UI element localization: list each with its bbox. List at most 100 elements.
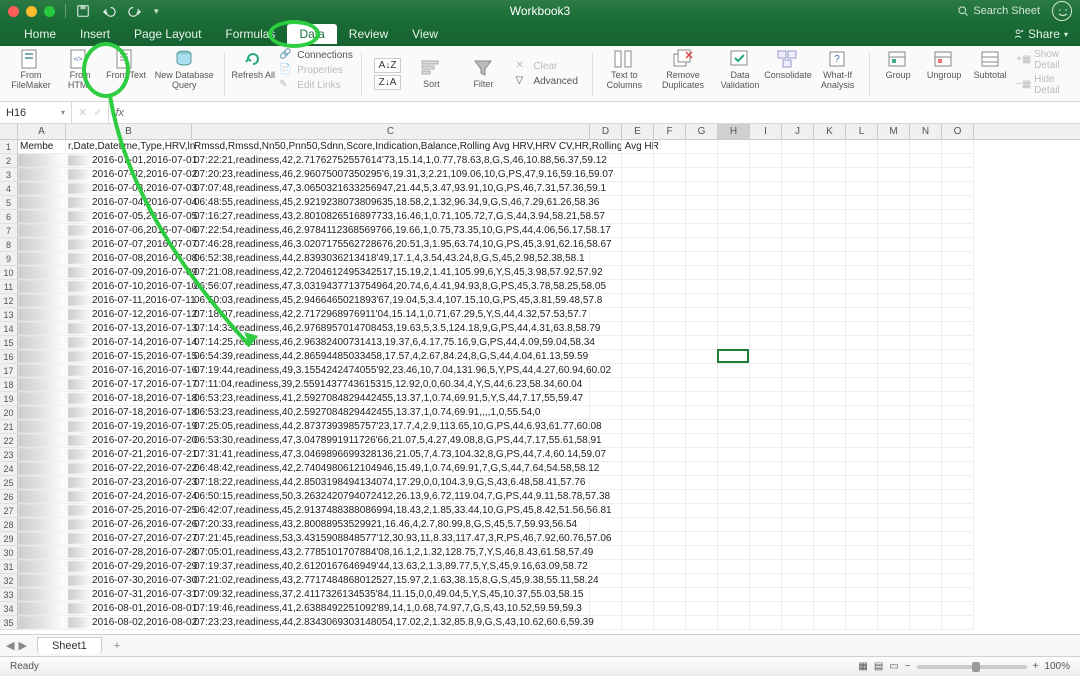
col-header-A[interactable]: A [18, 124, 66, 139]
row-header-35[interactable]: 35 [0, 616, 17, 630]
row-header-34[interactable]: 34 [0, 602, 17, 616]
row-header-8[interactable]: 8 [0, 238, 17, 252]
view-normal-button[interactable]: ▦ [858, 661, 867, 672]
row-header-30[interactable]: 30 [0, 546, 17, 560]
feedback-smile-icon[interactable] [1052, 1, 1072, 21]
undo-icon[interactable] [102, 4, 116, 18]
row-header-20[interactable]: 20 [0, 406, 17, 420]
row-header-31[interactable]: 31 [0, 560, 17, 574]
share-button[interactable]: Share ▾ [1012, 27, 1068, 41]
row-header-33[interactable]: 33 [0, 588, 17, 602]
row-header-6[interactable]: 6 [0, 210, 17, 224]
col-header-J[interactable]: J [782, 124, 814, 139]
sheet-nav-next[interactable]: ▶ [18, 639, 26, 652]
view-page-break-button[interactable]: ▭ [889, 661, 898, 672]
row-header-13[interactable]: 13 [0, 308, 17, 322]
col-header-D[interactable]: D [590, 124, 622, 139]
hide-detail-button[interactable]: −▦Hide Detail [1014, 73, 1074, 97]
row-header-27[interactable]: 27 [0, 504, 17, 518]
col-header-N[interactable]: N [910, 124, 942, 139]
sheet-nav-prev[interactable]: ◀ [6, 639, 14, 652]
show-detail-button[interactable]: +▦Show Detail [1014, 48, 1074, 72]
connections-button[interactable]: 🔗Connections [277, 48, 355, 62]
add-sheet-button[interactable]: + [106, 638, 128, 654]
filter-button[interactable]: Filter [461, 57, 505, 90]
sort-az-button[interactable]: A↓Z [374, 58, 402, 73]
row-header-29[interactable]: 29 [0, 532, 17, 546]
sort-button[interactable]: Sort [409, 57, 453, 90]
row-header-2[interactable]: 2 [0, 154, 17, 168]
col-header-I[interactable]: I [750, 124, 782, 139]
col-header-E[interactable]: E [622, 124, 654, 139]
save-icon[interactable] [76, 4, 90, 18]
clear-filter-button[interactable]: ✕Clear [513, 59, 579, 73]
row-header-7[interactable]: 7 [0, 224, 17, 238]
col-header-H[interactable]: H [718, 124, 750, 139]
refresh-all-button[interactable]: Refresh All [231, 48, 275, 81]
row-header-1[interactable]: 1 [0, 140, 17, 154]
remove-duplicates-button[interactable]: Remove Duplicates [652, 48, 714, 91]
cancel-formula-button[interactable]: ✕ [78, 106, 87, 119]
zoom-slider[interactable] [917, 665, 1027, 669]
group-button[interactable]: Group [876, 48, 920, 81]
consolidate-button[interactable]: Consolidate [766, 48, 810, 81]
row-header-26[interactable]: 26 [0, 490, 17, 504]
row-header-12[interactable]: 12 [0, 294, 17, 308]
ribbon-tab-home[interactable]: Home [12, 24, 68, 44]
fx-label[interactable]: fx [109, 107, 130, 119]
data-validation-button[interactable]: Data Validation [716, 48, 764, 91]
zoom-value[interactable]: 100% [1044, 661, 1070, 672]
col-header-O[interactable]: O [942, 124, 974, 139]
minimize-window-button[interactable] [26, 6, 37, 17]
row-headers[interactable]: 1234567891011121314151617181920212223242… [0, 140, 18, 630]
col-header-M[interactable]: M [878, 124, 910, 139]
row-header-4[interactable]: 4 [0, 182, 17, 196]
from-filemaker-button[interactable]: From FileMaker [6, 48, 56, 91]
row-header-9[interactable]: 9 [0, 252, 17, 266]
redo-icon[interactable] [128, 4, 142, 18]
name-box[interactable]: H16 ▾ [0, 102, 72, 123]
new-database-query-button[interactable]: New Database Query [150, 48, 218, 91]
row-header-18[interactable]: 18 [0, 378, 17, 392]
ribbon-tab-view[interactable]: View [400, 24, 450, 44]
namebox-chevron-icon[interactable]: ▾ [61, 108, 65, 117]
row-header-15[interactable]: 15 [0, 336, 17, 350]
zoom-in-button[interactable]: + [1033, 661, 1039, 672]
row-header-19[interactable]: 19 [0, 392, 17, 406]
row-header-24[interactable]: 24 [0, 462, 17, 476]
ribbon-tab-page-layout[interactable]: Page Layout [122, 24, 213, 44]
what-if-button[interactable]: ? What-If Analysis [812, 48, 863, 91]
column-headers[interactable]: ABCDEFGHIJKLMNO [18, 124, 1080, 140]
sort-za-button[interactable]: Z↓A [374, 75, 402, 90]
row-header-14[interactable]: 14 [0, 322, 17, 336]
zoom-out-button[interactable]: − [905, 661, 911, 672]
qat-chevron-icon[interactable]: ▾ [154, 6, 159, 17]
row-header-3[interactable]: 3 [0, 168, 17, 182]
zoom-window-button[interactable] [44, 6, 55, 17]
row-header-10[interactable]: 10 [0, 266, 17, 280]
row-header-11[interactable]: 11 [0, 280, 17, 294]
ribbon-tab-review[interactable]: Review [337, 24, 400, 44]
close-window-button[interactable] [8, 6, 19, 17]
col-header-B[interactable]: B [66, 124, 192, 139]
row-header-17[interactable]: 17 [0, 364, 17, 378]
row-header-25[interactable]: 25 [0, 476, 17, 490]
row-header-32[interactable]: 32 [0, 574, 17, 588]
col-header-G[interactable]: G [686, 124, 718, 139]
cell-area[interactable]: Member,Date,Datetime,Type,HRV,lnRmssd,Rm… [18, 140, 1080, 634]
row-header-23[interactable]: 23 [0, 448, 17, 462]
select-all-corner[interactable] [0, 124, 18, 140]
row-header-16[interactable]: 16 [0, 350, 17, 364]
row-header-22[interactable]: 22 [0, 434, 17, 448]
col-header-F[interactable]: F [654, 124, 686, 139]
row-header-5[interactable]: 5 [0, 196, 17, 210]
ungroup-button[interactable]: Ungroup [922, 48, 966, 81]
sheet-tab-sheet1[interactable]: Sheet1 [37, 637, 102, 654]
properties-button[interactable]: 📄Properties [277, 63, 355, 77]
row-header-21[interactable]: 21 [0, 420, 17, 434]
search-sheet[interactable]: Search Sheet [957, 5, 1040, 17]
col-header-L[interactable]: L [846, 124, 878, 139]
col-header-C[interactable]: C [192, 124, 590, 139]
ribbon-tab-insert[interactable]: Insert [68, 24, 122, 44]
spreadsheet-grid[interactable]: ABCDEFGHIJKLMNO 123456789101112131415161… [0, 124, 1080, 634]
